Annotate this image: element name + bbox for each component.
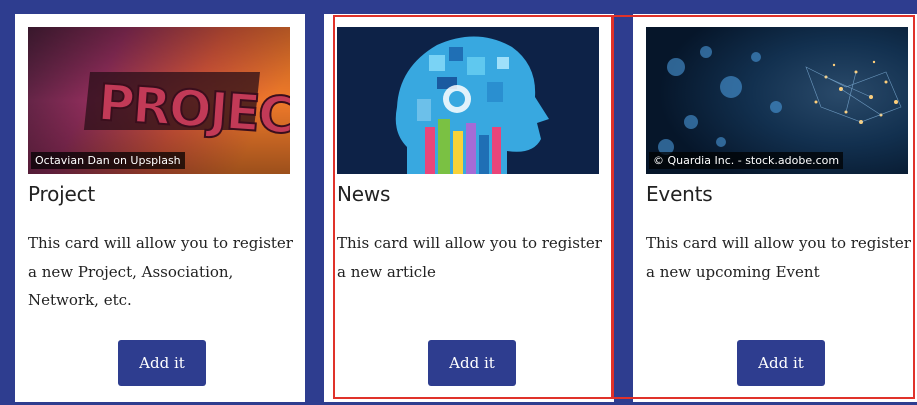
project-image: PROJECTS Octavian Dan on Upsplash [28,27,290,174]
card-description: This card will allow you to register a n… [28,234,293,309]
add-project-button[interactable]: Add it [118,340,206,386]
add-event-button[interactable]: Add it [737,340,825,386]
add-news-button[interactable]: Add it [428,340,516,386]
project-card: PROJECTS Octavian Dan on Upsplash Projec… [15,14,305,402]
card-description: This card will allow you to register a n… [337,234,602,281]
card-title: Events [646,182,713,206]
card-description: This card will allow you to register a n… [646,234,911,281]
image-credit: © Quardia Inc. - stock.adobe.com [649,152,844,169]
news-image [337,27,599,174]
image-credit: Octavian Dan on Upsplash [31,152,185,169]
card-title: Project [28,182,96,206]
events-card: © Quardia Inc. - stock.adobe.com Events … [633,14,917,402]
events-image: © Quardia Inc. - stock.adobe.com [646,27,908,174]
card-title: News [337,182,391,206]
news-card: News This card will allow you to registe… [324,14,614,402]
